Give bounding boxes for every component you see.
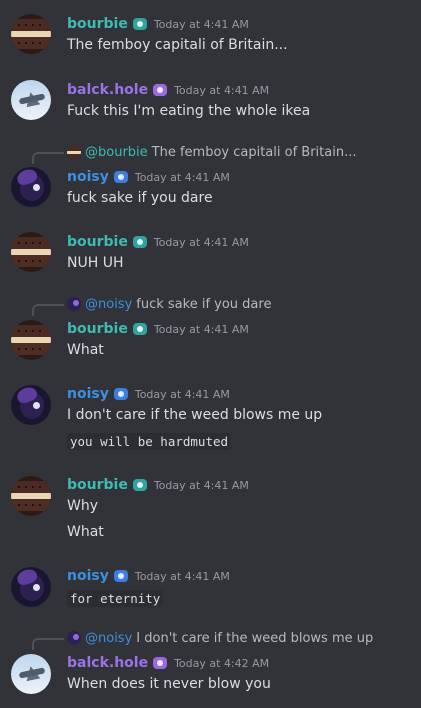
timestamp: Today at 4:41 AM — [174, 83, 270, 97]
chat-log: bourbie Today at 4:41 AM The femboy capi… — [0, 0, 421, 708]
timestamp: Today at 4:41 AM — [134, 170, 230, 184]
avatar-bourbie[interactable] — [11, 476, 51, 516]
timestamp: Today at 4:41 AM — [153, 17, 249, 31]
inline-code: you will be hardmuted — [67, 433, 232, 450]
message-text: What — [67, 342, 104, 358]
username[interactable]: bourbie — [67, 321, 128, 337]
avatar-balck-hole[interactable] — [11, 654, 51, 694]
blue-badge-icon — [112, 568, 130, 584]
avatar-noisy[interactable] — [11, 567, 51, 607]
avatar-bourbie[interactable] — [11, 320, 51, 360]
timestamp: Today at 4:42 AM — [174, 656, 270, 670]
reply-connector — [32, 152, 64, 164]
timestamp: Today at 4:41 AM — [134, 387, 230, 401]
reply-username[interactable]: @noisy — [85, 297, 132, 312]
avatar-bourbie[interactable] — [11, 232, 51, 272]
username[interactable]: bourbie — [67, 16, 128, 32]
reply-connector — [32, 304, 64, 316]
message-text: Fuck this I'm eating the whole ikea — [67, 103, 311, 119]
username[interactable]: balck.hole — [67, 655, 148, 671]
reply-username[interactable]: @noisy — [85, 631, 132, 646]
message-text: NUH UH — [67, 255, 124, 271]
purple-badge-icon — [151, 655, 169, 671]
timestamp: Today at 4:41 AM — [134, 569, 230, 583]
username[interactable]: noisy — [67, 169, 109, 185]
reply-avatar — [67, 631, 81, 645]
reply-preview[interactable]: I don't care if the weed blows me up — [136, 631, 373, 646]
avatar-noisy[interactable] — [11, 385, 51, 425]
teal-badge-icon — [131, 16, 149, 32]
inline-code: for eternity — [67, 590, 164, 607]
username[interactable]: noisy — [67, 386, 109, 402]
reply-preview[interactable]: fuck sake if you dare — [136, 297, 271, 312]
timestamp: Today at 4:41 AM — [153, 235, 249, 249]
timestamp: Today at 4:41 AM — [153, 478, 249, 492]
message-text: Why — [67, 498, 99, 514]
avatar-bourbie[interactable] — [11, 14, 51, 54]
teal-badge-icon — [131, 234, 149, 250]
purple-badge-icon — [151, 82, 169, 98]
username[interactable]: balck.hole — [67, 82, 148, 98]
blue-badge-icon — [112, 386, 130, 402]
reply-preview[interactable]: The femboy capitali of Britain... — [152, 145, 357, 160]
username[interactable]: bourbie — [67, 477, 128, 493]
reply-avatar — [67, 145, 81, 159]
reply-connector — [32, 638, 64, 650]
reply-avatar — [67, 297, 81, 311]
teal-badge-icon — [131, 477, 149, 493]
username[interactable]: noisy — [67, 568, 109, 584]
teal-badge-icon — [131, 321, 149, 337]
avatar-noisy[interactable] — [11, 167, 51, 207]
username[interactable]: bourbie — [67, 234, 128, 250]
message-text: I don't care if the weed blows me up — [67, 407, 323, 423]
message-text: When does it never blow you — [67, 676, 271, 692]
avatar-balck-hole[interactable] — [11, 80, 51, 120]
message-text: What — [67, 524, 104, 540]
blue-badge-icon — [112, 169, 130, 185]
message-text: The femboy capitali of Britain... — [67, 37, 288, 53]
message-text: fuck sake if you dare — [67, 190, 213, 206]
timestamp: Today at 4:41 AM — [153, 322, 249, 336]
reply-username[interactable]: @bourbie — [85, 145, 148, 160]
